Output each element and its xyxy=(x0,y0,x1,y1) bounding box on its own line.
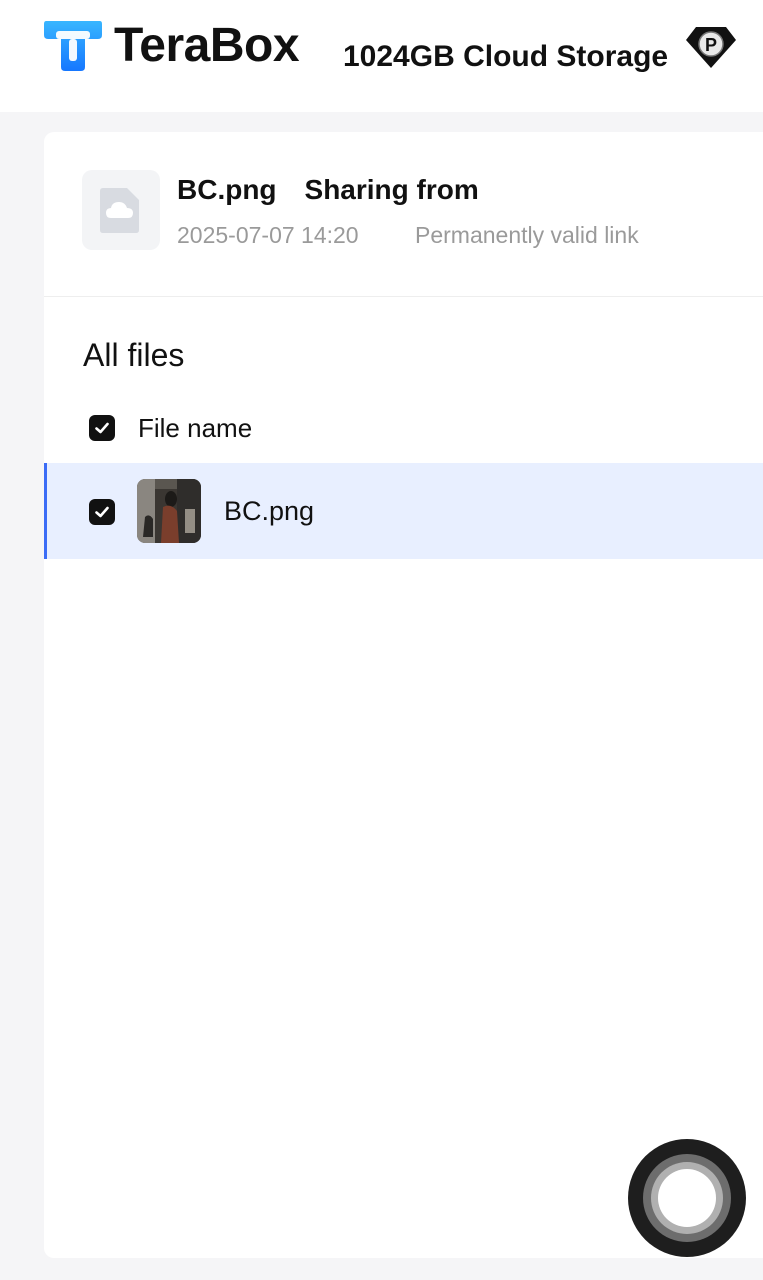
link-validity: Permanently valid link xyxy=(415,222,639,248)
section-title: All files xyxy=(83,337,185,373)
premium-badge-label: P xyxy=(705,35,717,55)
file-list-header: File name xyxy=(44,402,763,452)
photo-preview xyxy=(137,479,201,543)
shared-file-name: BC.png xyxy=(177,174,277,205)
sharing-from-label: Sharing from xyxy=(304,174,479,205)
premium-diamond-icon[interactable]: P xyxy=(684,24,738,70)
cloud-file-icon xyxy=(100,188,139,233)
share-panel: BC.png Sharing from 2025-07-07 14:20 Perm… xyxy=(44,132,763,1258)
storage-label[interactable]: 1024GB Cloud Storage xyxy=(343,40,668,74)
checkmark-icon xyxy=(95,506,109,518)
shared-file-thumbnail xyxy=(82,170,160,250)
select-all-checkbox[interactable] xyxy=(89,415,115,441)
file-row[interactable]: BC.png xyxy=(44,463,763,559)
top-bar: TeraBox 1024GB Cloud Storage P xyxy=(0,0,763,112)
file-name[interactable]: BC.png xyxy=(224,496,314,527)
share-info: BC.png Sharing from 2025-07-07 14:20 Perm… xyxy=(44,132,763,297)
share-title: BC.png Sharing from xyxy=(177,174,479,206)
assistive-touch-center xyxy=(658,1169,716,1227)
file-row-checkbox[interactable] xyxy=(89,499,115,525)
share-date: 2025-07-07 14:20 xyxy=(177,222,359,248)
checkmark-icon xyxy=(95,422,109,434)
assistive-touch-button[interactable] xyxy=(628,1139,746,1257)
terabox-logo-icon[interactable] xyxy=(42,17,104,73)
image-thumbnail[interactable] xyxy=(137,479,201,543)
brand-name: TeraBox xyxy=(114,19,300,72)
column-file-name[interactable]: File name xyxy=(138,413,252,444)
